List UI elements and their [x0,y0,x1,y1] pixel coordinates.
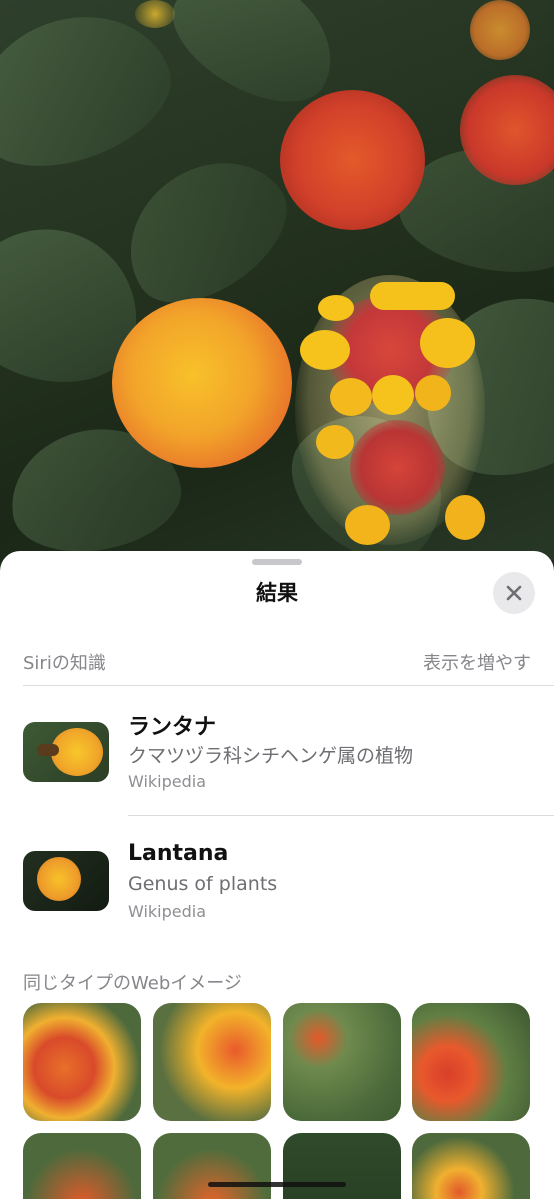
result-title: Lantana [128,841,229,866]
sheet-title: 結果 [256,581,298,605]
flower-photo [0,0,554,560]
siri-knowledge-label: Siriの知識 [23,653,106,674]
divider [23,685,554,686]
result-thumbnail [23,722,109,782]
result-source: Wikipedia [128,772,207,791]
result-source: Wikipedia [128,902,207,921]
result-title: ランタナ [128,715,217,740]
close-button[interactable] [493,572,535,614]
sheet-grabber[interactable] [252,559,302,565]
result-subtitle: Genus of plants [128,873,278,895]
web-images-header: 同じタイプのWebイメージ [23,973,242,994]
siri-knowledge-header: Siriの知識 表示を増やす [23,649,531,675]
web-image[interactable] [153,1133,271,1199]
web-image[interactable] [23,1003,141,1121]
web-image[interactable] [283,1133,401,1199]
knowledge-result-item[interactable]: Lantana Genus of plants Wikipedia [23,833,554,943]
result-thumbnail [23,851,109,911]
web-image[interactable] [412,1003,530,1121]
show-more-link[interactable]: 表示を増やす [423,649,531,675]
divider [128,815,554,816]
results-sheet: 結果 Siriの知識 表示を増やす ランタナ クマツヅラ科シチヘンゲ属の植物 W… [0,551,554,1199]
web-image[interactable] [23,1133,141,1199]
home-indicator[interactable] [208,1182,346,1187]
close-icon [506,585,522,601]
web-image[interactable] [412,1133,530,1199]
knowledge-result-item[interactable]: ランタナ クマツヅラ科シチヘンゲ属の植物 Wikipedia [23,701,554,811]
web-image[interactable] [283,1003,401,1121]
web-image[interactable] [153,1003,271,1121]
result-subtitle: クマツヅラ科シチヘンゲ属の植物 [128,745,414,767]
